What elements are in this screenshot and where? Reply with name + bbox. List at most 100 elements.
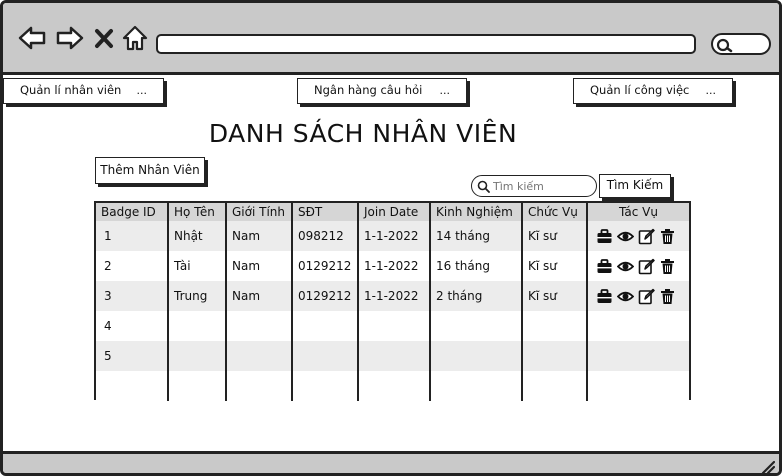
cell-gender: Nam [225, 221, 292, 251]
forward-arrow-icon[interactable] [55, 23, 85, 53]
cell-badge-id: 2 [104, 259, 112, 273]
home-icon[interactable] [120, 23, 150, 53]
page-title: DANH SÁCH NHÂN VIÊN [208, 119, 518, 148]
cell-experience [429, 311, 522, 341]
cell-badge-id [96, 371, 168, 401]
column-header-badge-id: Badge ID [101, 205, 156, 219]
cell-name: Nhật [167, 221, 226, 251]
address-bar[interactable] [156, 34, 696, 54]
briefcase-icon[interactable] [596, 258, 613, 275]
cell-position: Kĩ sư [521, 281, 587, 311]
column-header-gender: Giới Tính [225, 203, 292, 221]
column-header-actions: Tác Vụ [586, 203, 689, 221]
cell-position: Kĩ sư [521, 221, 587, 251]
edit-icon[interactable] [638, 258, 655, 275]
cell-name [167, 371, 226, 401]
eye-icon[interactable] [617, 288, 634, 305]
trash-icon[interactable] [659, 258, 676, 275]
menu-employee-management-button[interactable]: Quản lí nhân viên ... [3, 78, 164, 104]
cell-join-date [357, 371, 430, 401]
back-arrow-icon[interactable] [17, 23, 47, 53]
table-row[interactable]: 3 Trung Nam 0129212 1-1-2022 2 tháng Kĩ sư [96, 281, 689, 311]
menu-employee-management-more: ... [136, 84, 148, 97]
browser-toolbar [3, 3, 779, 75]
cell-join-date: 1-1-2022 [357, 281, 430, 311]
cell-actions [586, 371, 689, 401]
cell-position [521, 341, 587, 371]
cell-badge-id: 1 [104, 229, 112, 243]
column-header-position: Chức Vụ [521, 203, 587, 221]
table-row[interactable]: 1 Nhật Nam 098212 1-1-2022 14 tháng Kĩ sư [96, 221, 689, 251]
browser-window: Quản lí nhân viên ... Ngân hàng câu hỏi … [0, 0, 782, 476]
cell-phone: 0129212 [291, 281, 358, 311]
cell-phone [291, 311, 358, 341]
cell-join-date: 1-1-2022 [357, 251, 430, 281]
employee-table: Badge ID Họ Tên Giới Tính SĐT Join Date … [94, 201, 691, 401]
cell-position [521, 311, 587, 341]
cell-position [521, 371, 587, 401]
cell-experience: 16 tháng [429, 251, 522, 281]
cell-name: Tài [167, 251, 226, 281]
cell-phone [291, 341, 358, 371]
cell-join-date [357, 311, 430, 341]
cell-actions [586, 251, 689, 281]
cell-actions [586, 311, 689, 341]
table-row[interactable]: 4 [96, 311, 689, 341]
cell-gender: Nam [225, 251, 292, 281]
cell-phone: 098212 [291, 221, 358, 251]
cell-experience [429, 341, 522, 371]
employee-search-field[interactable] [471, 175, 597, 197]
browser-search-field[interactable] [711, 33, 771, 55]
cell-gender: Nam [225, 281, 292, 311]
cell-join-date: 1-1-2022 [357, 221, 430, 251]
table-row[interactable] [96, 371, 689, 401]
cell-actions [586, 221, 689, 251]
employee-search-input[interactable] [493, 178, 591, 194]
cell-join-date [357, 341, 430, 371]
resize-grip-icon[interactable] [759, 458, 776, 473]
eye-icon[interactable] [617, 228, 634, 245]
menu-question-bank-label: Ngân hàng câu hỏi [314, 83, 423, 97]
trash-icon[interactable] [659, 288, 676, 305]
menu-question-bank-more: ... [439, 84, 451, 97]
cell-experience: 2 tháng [429, 281, 522, 311]
cell-badge-id: 3 [104, 289, 112, 303]
edit-icon[interactable] [638, 228, 655, 245]
menu-task-management-more: ... [705, 84, 717, 97]
briefcase-icon[interactable] [596, 288, 613, 305]
column-header-experience: Kinh Nghiệm [429, 203, 522, 221]
column-header-name: Họ Tên [167, 203, 226, 221]
table-header-row: Badge ID Họ Tên Giới Tính SĐT Join Date … [96, 203, 689, 221]
menu-task-management-label: Quản lí công việc [590, 83, 690, 97]
status-bar [3, 451, 779, 473]
column-header-phone: SĐT [291, 203, 358, 221]
cell-badge-id: 5 [104, 349, 112, 363]
edit-icon[interactable] [638, 288, 655, 305]
menu-task-management-button[interactable]: Quản lí công việc ... [573, 78, 733, 104]
menu-question-bank-button[interactable]: Ngân hàng câu hỏi ... [297, 78, 467, 104]
cell-position: Kĩ sư [521, 251, 587, 281]
trash-icon[interactable] [659, 228, 676, 245]
cell-badge-id: 4 [104, 319, 112, 333]
cell-phone [291, 371, 358, 401]
cell-gender [225, 341, 292, 371]
add-employee-button[interactable]: Thêm Nhân Viên [95, 157, 205, 184]
close-x-icon[interactable] [91, 23, 117, 53]
cell-actions [586, 281, 689, 311]
menu-employee-management-label: Quản lí nhân viên [20, 83, 122, 97]
cell-name: Trung [167, 281, 226, 311]
search-button[interactable]: Tìm Kiếm [599, 174, 671, 198]
cell-name [167, 341, 226, 371]
column-header-join-date: Join Date [357, 203, 430, 221]
cell-gender [225, 311, 292, 341]
cell-gender [225, 371, 292, 401]
eye-icon[interactable] [617, 258, 634, 275]
cell-experience: 14 tháng [429, 221, 522, 251]
briefcase-icon[interactable] [596, 228, 613, 245]
cell-phone: 0129212 [291, 251, 358, 281]
cell-experience [429, 371, 522, 401]
table-row[interactable]: 5 [96, 341, 689, 371]
cell-name [167, 311, 226, 341]
table-row[interactable]: 2 Tài Nam 0129212 1-1-2022 16 tháng Kĩ sư [96, 251, 689, 281]
cell-actions [586, 341, 689, 371]
